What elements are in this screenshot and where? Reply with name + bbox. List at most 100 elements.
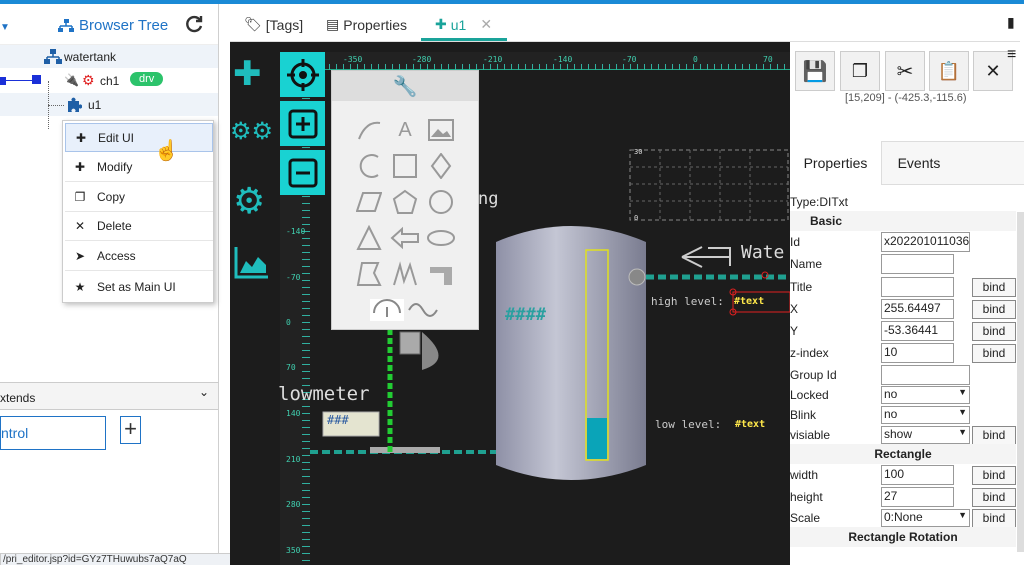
- groupid-field[interactable]: [881, 365, 970, 385]
- clipboard-icon: 📋: [937, 60, 961, 81]
- tab-properties[interactable]: ▤ Properties: [326, 16, 407, 33]
- triangle-tool-icon[interactable]: [352, 221, 386, 255]
- zindex-field[interactable]: 10: [881, 343, 954, 363]
- curve-tool-icon[interactable]: [352, 113, 386, 147]
- water-text[interactable]: Wate: [741, 242, 784, 263]
- bind-button[interactable]: bind: [972, 426, 1016, 445]
- zigzag-tool-icon[interactable]: [388, 257, 422, 291]
- prop-label: Y: [790, 324, 799, 338]
- puzzle-icon: ✚: [75, 130, 87, 145]
- x-field[interactable]: 255.64497: [881, 299, 954, 319]
- tree-row-root[interactable]: watertank: [0, 45, 218, 68]
- save-button[interactable]: 💾: [795, 51, 835, 91]
- bind-button[interactable]: bind: [972, 322, 1016, 341]
- level-text[interactable]: ng: [478, 189, 498, 209]
- window-icon[interactable]: ▮: [1007, 14, 1015, 31]
- tree-row-u1[interactable]: u1: [0, 81, 218, 129]
- driver-badge: drv: [130, 72, 164, 86]
- puzzle-icon: ✚: [435, 16, 447, 32]
- send-icon: ➤: [74, 249, 86, 263]
- rect-tool-icon[interactable]: [388, 149, 422, 183]
- chart-y-top: 30: [634, 148, 643, 156]
- prop-blink: Blink no ▼: [790, 404, 1016, 426]
- cut-button[interactable]: ✂: [885, 51, 925, 91]
- low-level-value[interactable]: #text: [735, 419, 765, 430]
- pentagon-tool-icon[interactable]: [388, 185, 422, 219]
- close-tab-icon[interactable]: ✕: [480, 16, 492, 33]
- menu-item-label: Delete: [97, 219, 132, 233]
- control-input[interactable]: ntrol: [0, 416, 106, 450]
- title-field[interactable]: [881, 277, 954, 297]
- meter-value-text[interactable]: ###: [327, 413, 349, 427]
- locked-select[interactable]: no ▼: [881, 386, 970, 404]
- high-level-label: high level:: [651, 295, 724, 308]
- gear-icon[interactable]: ⚙: [233, 180, 265, 222]
- pipe-tool-icon[interactable]: [424, 257, 458, 291]
- add-button[interactable]: +: [120, 416, 141, 444]
- gauge-tool-icon[interactable]: [370, 293, 404, 327]
- menu-item-delete[interactable]: ✕ Delete: [65, 212, 213, 241]
- menu-item-edit-ui[interactable]: ✚ Edit UI: [65, 123, 213, 152]
- tab-tags[interactable]: 🏷 [Tags]: [244, 16, 303, 33]
- section-rectangle: Rectangle: [790, 444, 1016, 464]
- paste-button[interactable]: 📋: [929, 51, 969, 91]
- bind-button[interactable]: bind: [972, 488, 1016, 507]
- prop-height: height 27 bind: [790, 486, 1016, 508]
- wrench-icon[interactable]: 🔧: [332, 71, 478, 101]
- diamond-tool-icon[interactable]: [424, 149, 458, 183]
- chevron-down-icon[interactable]: ⌄: [199, 385, 209, 399]
- tab-properties-panel[interactable]: Properties: [790, 141, 882, 185]
- tab-u1[interactable]: ✚ u1 ✕: [435, 16, 492, 33]
- water-tank[interactable]: [496, 226, 646, 480]
- bind-button[interactable]: bind: [972, 344, 1016, 363]
- menu-icon[interactable]: ≡: [1007, 46, 1016, 64]
- menu-item-set-main-ui[interactable]: ★ Set as Main UI: [65, 272, 213, 301]
- name-field[interactable]: [881, 254, 954, 274]
- prop-label: Name: [790, 257, 823, 271]
- blink-select[interactable]: no ▼: [881, 406, 970, 424]
- tab-label: u1: [450, 16, 467, 33]
- coordinates-readout: [15,209] - (-425.3,-115.6): [845, 92, 967, 104]
- refresh-icon[interactable]: [184, 14, 204, 37]
- copy-button[interactable]: ❐: [840, 51, 880, 91]
- menu-item-copy[interactable]: ❐ Copy: [65, 183, 213, 212]
- browser-tree-header[interactable]: Browser Tree: [58, 17, 168, 34]
- scale-select[interactable]: 0:None ▼: [881, 509, 970, 527]
- image-tool-icon[interactable]: [424, 113, 458, 147]
- bind-button[interactable]: bind: [972, 278, 1016, 297]
- menu-item-modify[interactable]: ✚ Modify: [65, 153, 213, 182]
- arc-tool-icon[interactable]: [352, 149, 386, 183]
- high-level-value[interactable]: #text: [734, 296, 764, 307]
- id-field[interactable]: x202201011036: [881, 232, 970, 252]
- ruler-label: -140: [286, 227, 306, 236]
- collapse-caret-icon[interactable]: ▼: [0, 22, 10, 33]
- trend-chart[interactable]: [629, 149, 789, 221]
- menu-item-access[interactable]: ➤ Access: [65, 242, 213, 271]
- gears-icon[interactable]: ⚙⚙: [230, 117, 273, 146]
- tab-bar: 🏷 [Tags] ▤ Properties ✚ u1 ✕ ▮: [230, 4, 1020, 42]
- puzzle-icon: ✚: [74, 160, 86, 174]
- tab-extends[interactable]: xtends: [0, 391, 35, 405]
- flowmeter-text[interactable]: lowmeter: [278, 383, 370, 405]
- height-field[interactable]: 27: [881, 487, 954, 507]
- scrollbar[interactable]: [1017, 212, 1024, 552]
- bind-button[interactable]: bind: [972, 466, 1016, 485]
- arrow-tool-icon[interactable]: [388, 221, 422, 255]
- circle-tool-icon[interactable]: [424, 185, 458, 219]
- parallelogram-tool-icon[interactable]: [352, 185, 386, 219]
- bind-button[interactable]: bind: [972, 509, 1016, 528]
- ellipse-tool-icon[interactable]: [424, 221, 458, 255]
- chart-icon[interactable]: [234, 245, 270, 282]
- width-field[interactable]: 100: [881, 465, 954, 485]
- tank-value-text[interactable]: ####: [505, 305, 546, 325]
- bind-button[interactable]: bind: [972, 300, 1016, 319]
- puzzle-icon[interactable]: ✚: [233, 54, 262, 94]
- bottom-pane: xtends ⌄ ntrol +: [0, 382, 219, 565]
- y-field[interactable]: -53.36441: [881, 321, 954, 341]
- visible-select[interactable]: show ▼: [881, 426, 970, 444]
- wave-tool-icon[interactable]: [406, 293, 440, 327]
- text-tool-icon[interactable]: A: [388, 113, 422, 147]
- tab-events[interactable]: Events: [882, 141, 956, 185]
- tree-row-ch1[interactable]: 🔌 ⚙ ch1 drv: [0, 69, 218, 92]
- polygon-tool-icon[interactable]: [352, 257, 386, 291]
